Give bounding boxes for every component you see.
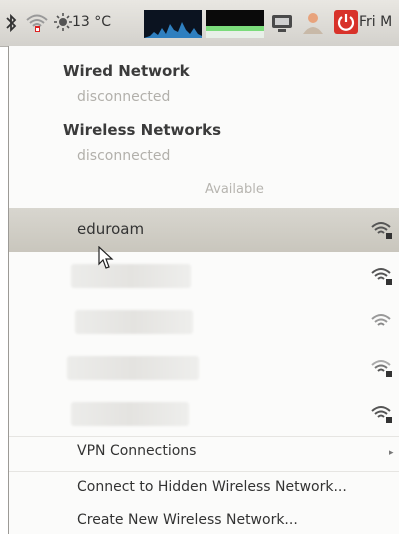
network-item-eduroam[interactable]: eduroam [9, 208, 399, 252]
create-wireless-network-item[interactable]: Create New Wireless Network... [77, 512, 298, 528]
system-monitor-icon[interactable] [144, 10, 264, 38]
wifi-secured-icon [371, 360, 392, 377]
mouse-cursor-icon [98, 246, 114, 269]
top-panel: 13 °C Fri M [0, 0, 399, 47]
power-icon[interactable] [334, 10, 358, 34]
user-icon[interactable] [300, 10, 326, 36]
network-name: eduroam [77, 220, 145, 238]
wireless-networks-header: Wireless Networks [63, 121, 222, 139]
network-item[interactable] [9, 392, 399, 436]
wifi-secured-icon [371, 406, 392, 423]
network-icon[interactable] [24, 10, 50, 36]
wifi-icon [371, 314, 391, 326]
display-icon[interactable] [270, 12, 294, 34]
redacted-network-name [71, 402, 189, 426]
network-item[interactable] [9, 254, 399, 298]
temperature-label: 13 °C [72, 14, 112, 30]
separator [9, 436, 399, 437]
wifi-secured-icon [371, 222, 392, 239]
clock-label[interactable]: Fri M [359, 14, 392, 30]
redacted-network-name [71, 264, 191, 288]
network-menu: Wired Network disconnected Wireless Netw… [8, 46, 399, 534]
bluetooth-icon[interactable] [4, 12, 18, 34]
available-label: Available [205, 182, 264, 197]
weather-icon[interactable] [54, 11, 72, 33]
submenu-arrow-icon: ▸ [389, 448, 394, 458]
redacted-network-name [75, 310, 193, 334]
connect-hidden-network-item[interactable]: Connect to Hidden Wireless Network... [77, 479, 347, 495]
network-item[interactable] [9, 346, 399, 390]
network-item[interactable] [9, 300, 399, 344]
wired-network-header: Wired Network [63, 62, 190, 80]
wireless-network-status: disconnected [77, 148, 171, 164]
vpn-connections-item[interactable]: VPN Connections [77, 443, 196, 459]
redacted-network-name [67, 356, 199, 380]
wired-network-status: disconnected [77, 89, 171, 105]
wifi-secured-icon [371, 268, 392, 285]
separator [9, 471, 399, 472]
